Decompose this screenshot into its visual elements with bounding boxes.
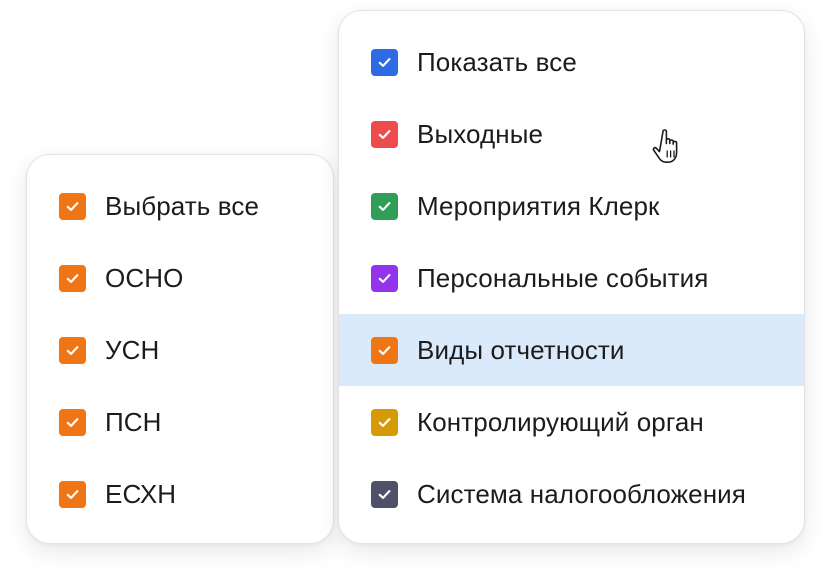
checkbox-psn[interactable]	[59, 408, 86, 436]
filter-row-klerk-events[interactable]: Мероприятия Клерк	[339, 170, 804, 242]
checkbox-show-all[interactable]	[371, 48, 398, 76]
filter-label: Мероприятия Клерк	[417, 190, 660, 221]
filter-label: Персональные события	[417, 262, 709, 293]
checkbox-klerk-events[interactable]	[371, 192, 398, 220]
filter-row-report-types[interactable]: Виды отчетности	[339, 314, 804, 386]
check-icon	[378, 345, 391, 355]
check-icon	[66, 273, 79, 283]
checkbox-eskhn[interactable]	[59, 480, 86, 508]
filter-label: ПСН	[105, 406, 162, 437]
event-type-filter-panel: Показать все Выходные Мероприятия Клерк …	[338, 10, 805, 544]
check-icon	[66, 417, 79, 427]
filter-label: Контролирующий орган	[417, 406, 704, 437]
filter-row-select-all[interactable]: Выбрать все	[27, 170, 333, 242]
check-icon	[378, 489, 391, 499]
check-icon	[66, 201, 79, 211]
filter-label: УСН	[105, 334, 160, 365]
check-icon	[66, 489, 79, 499]
filter-label: Система налогообложения	[417, 478, 746, 509]
filter-row-regulator[interactable]: Контролирующий орган	[339, 386, 804, 458]
checkbox-select-all[interactable]	[59, 192, 86, 220]
check-icon	[378, 201, 391, 211]
checkbox-weekends[interactable]	[371, 120, 398, 148]
filter-label: Виды отчетности	[417, 334, 625, 365]
filter-row-show-all[interactable]: Показать все	[339, 26, 804, 98]
filter-label: Выходные	[417, 118, 544, 149]
tax-system-filter-panel: Выбрать все ОСНО УСН ПСН ЕСХН	[26, 154, 334, 544]
calendar-filters: Выбрать все ОСНО УСН ПСН ЕСХН Показать в…	[0, 0, 830, 584]
check-icon	[378, 129, 391, 139]
check-icon	[378, 57, 391, 67]
filter-label: Показать все	[417, 46, 577, 77]
filter-row-usn[interactable]: УСН	[27, 314, 333, 386]
check-icon	[378, 273, 391, 283]
filter-label: ЕСХН	[105, 478, 177, 509]
filter-row-tax-system[interactable]: Система налогообложения	[339, 458, 804, 530]
filter-row-psn[interactable]: ПСН	[27, 386, 333, 458]
filter-row-eskhn[interactable]: ЕСХН	[27, 458, 333, 530]
filter-label: Выбрать все	[105, 190, 260, 221]
check-icon	[66, 345, 79, 355]
checkbox-regulator[interactable]	[371, 408, 398, 436]
checkbox-tax-system[interactable]	[371, 480, 398, 508]
checkbox-usn[interactable]	[59, 336, 86, 364]
checkbox-osno[interactable]	[59, 264, 86, 292]
filter-row-weekends[interactable]: Выходные	[339, 98, 804, 170]
filter-row-personal-events[interactable]: Персональные события	[339, 242, 804, 314]
checkbox-report-types[interactable]	[371, 336, 398, 364]
filter-label: ОСНО	[105, 262, 184, 293]
checkbox-personal-events[interactable]	[371, 264, 398, 292]
check-icon	[378, 417, 391, 427]
filter-row-osno[interactable]: ОСНО	[27, 242, 333, 314]
